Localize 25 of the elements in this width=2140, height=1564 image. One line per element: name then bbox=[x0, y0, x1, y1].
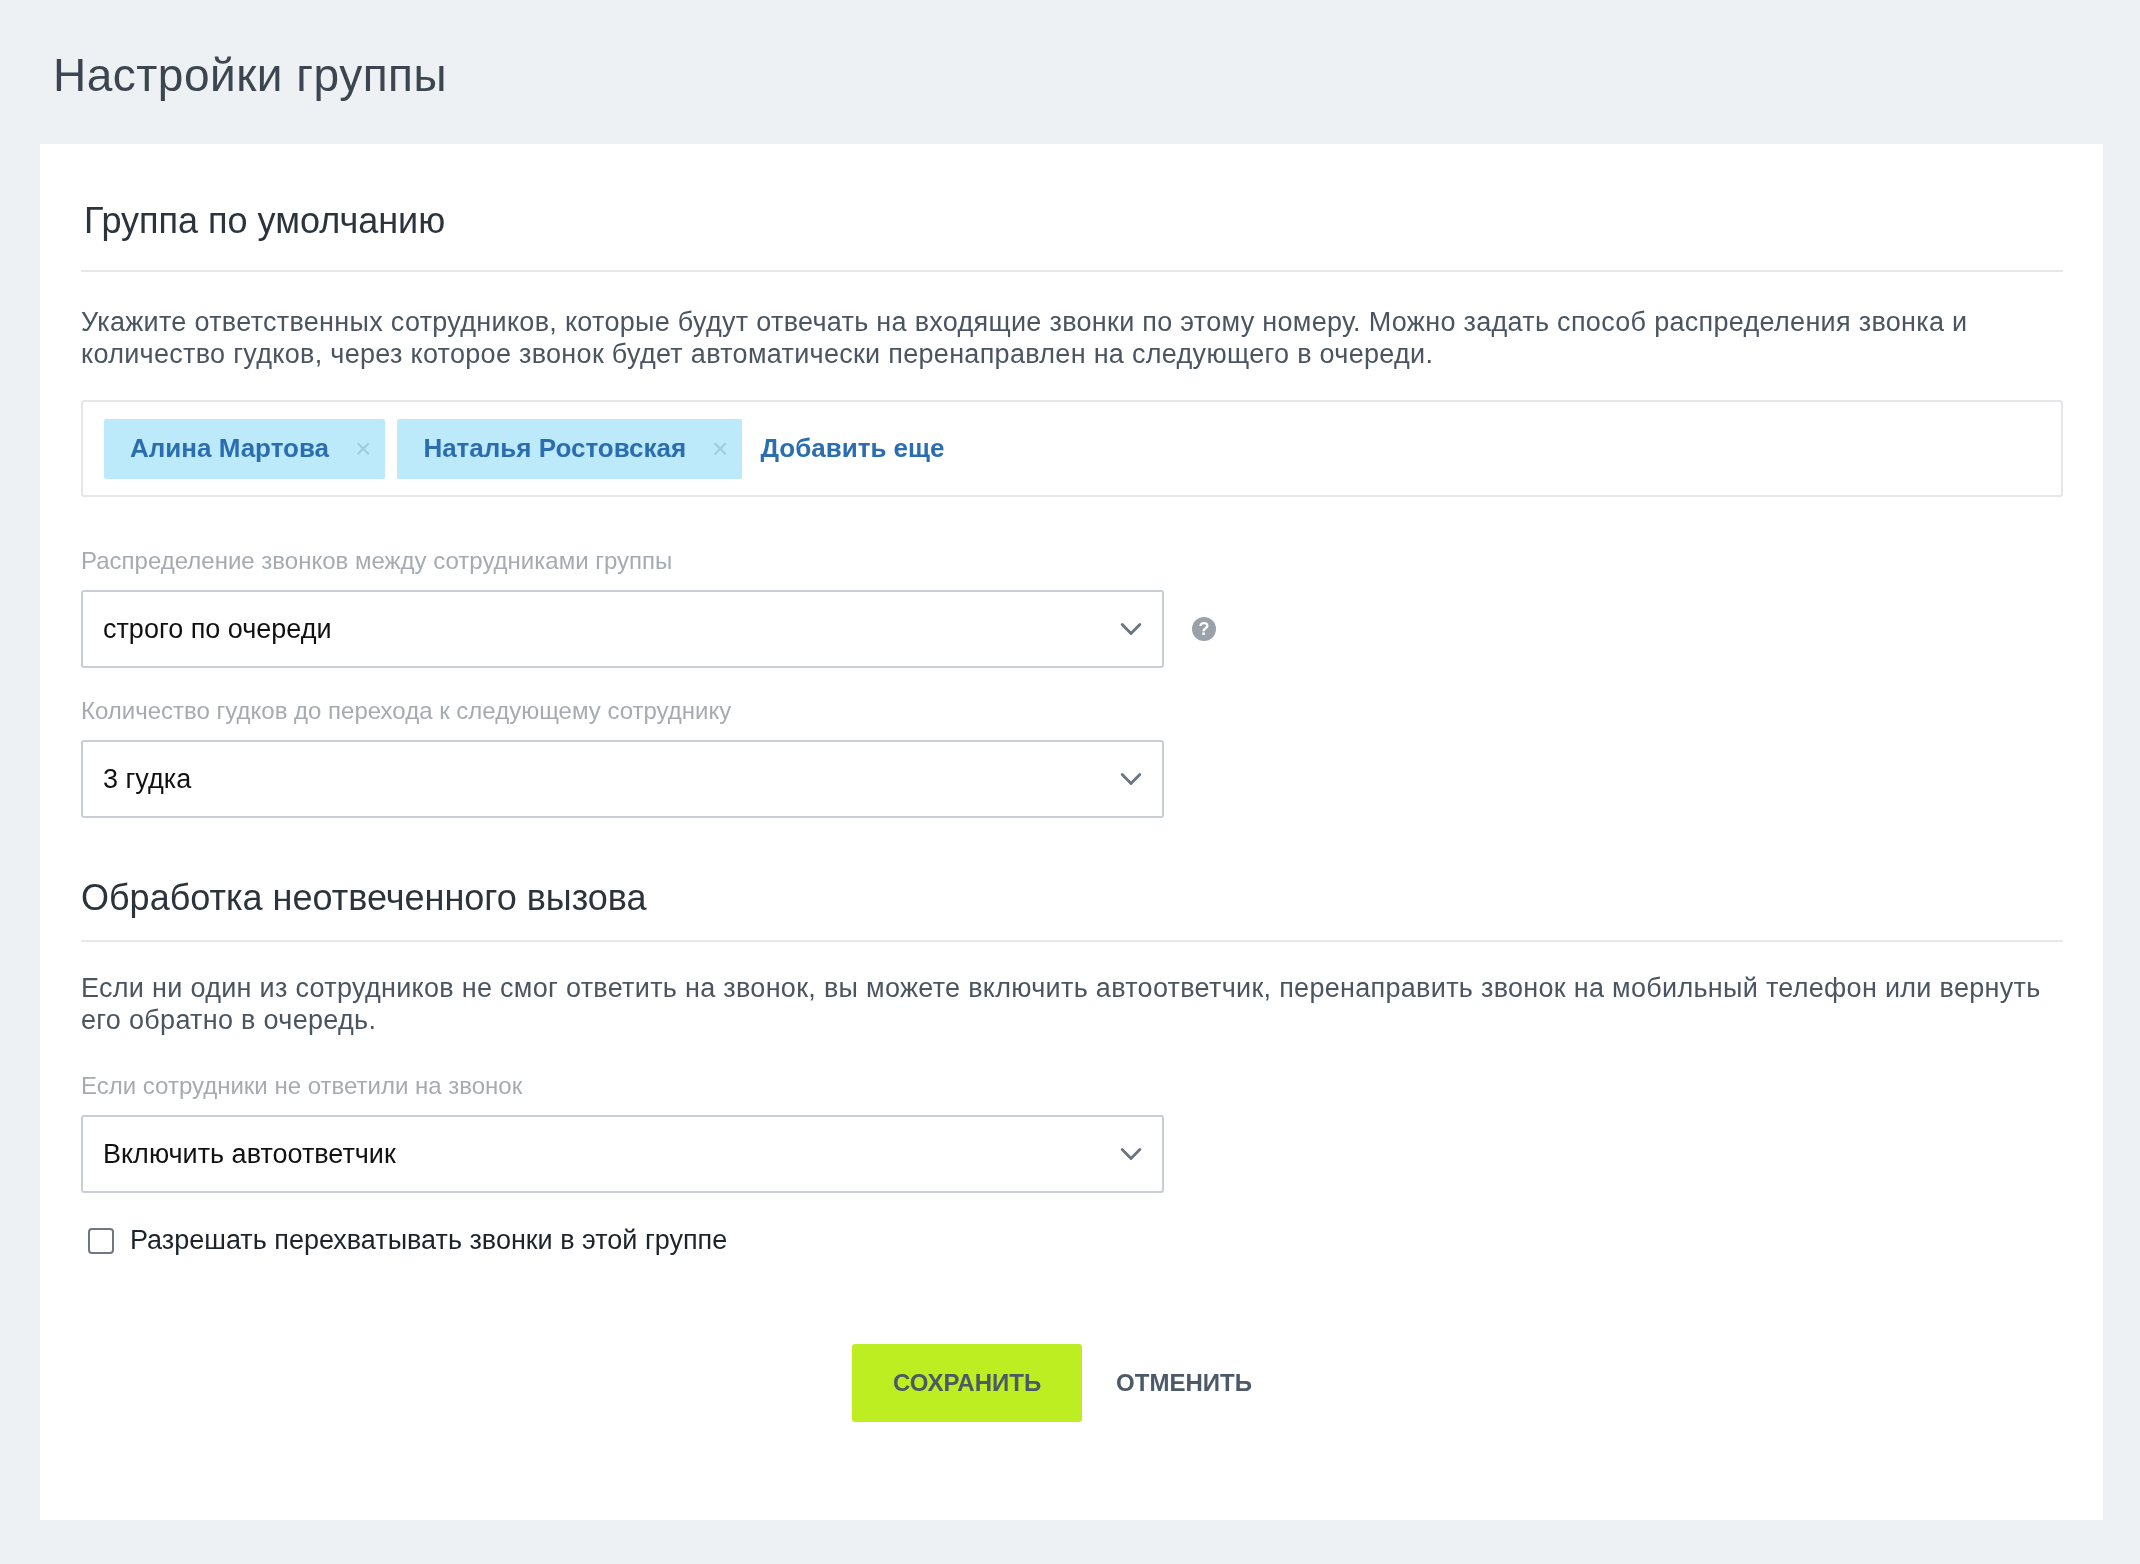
page-title: Настройки группы bbox=[52, 48, 449, 103]
chevron-down-icon bbox=[1120, 1147, 1142, 1161]
dropdown[interactable]: строго по очереди bbox=[81, 590, 1164, 668]
field-label: Распределение звонков между сотрудниками группы bbox=[81, 547, 674, 575]
tag-label: Наталья Ростовская bbox=[423, 433, 687, 464]
section-description: Если ни один из сотрудников не смог ответить на звонок, вы можете включить автоответчик, перенаправить звонок на мобильный телефон или вернуть его обратно в очередь. bbox=[81, 972, 2042, 1036]
dropdown[interactable]: 3 гудка bbox=[81, 740, 1164, 818]
checkbox[interactable] bbox=[88, 1227, 114, 1254]
dropdown[interactable]: Включить автоответчик bbox=[81, 1115, 1164, 1193]
chevron-down-icon bbox=[1120, 772, 1142, 786]
chevron-down-icon bbox=[1120, 622, 1142, 636]
dropdown-value: строго по очереди bbox=[103, 613, 332, 645]
field-label: Количество гудков до перехода к следующему сотруднику bbox=[81, 697, 733, 725]
section-heading: Обработка неотвеченного вызова bbox=[81, 876, 648, 920]
cancel-button[interactable]: ОТМЕНИТЬ bbox=[1116, 1369, 1252, 1397]
field-label: Если сотрудники не ответили на звонок bbox=[81, 1072, 524, 1100]
checkbox-label: Разрешать перехватывать звонки в этой группе bbox=[130, 1225, 728, 1256]
add-more-link[interactable]: Добавить еще bbox=[760, 433, 945, 464]
dropdown-value: Включить автоответчик bbox=[103, 1138, 396, 1170]
section-description: Укажите ответственных сотрудников, которые будут отвечать на входящие звонки по этому номеру. Можно задать способ распределения звонка и количество гудков, через которое звонок будет автоматически перенаправлен на следующего в очереди. bbox=[81, 306, 1969, 370]
dropdown-value: 3 гудка bbox=[103, 763, 192, 795]
employee-field[interactable]: Алина Мартова × Наталья Ростовская × Добавить еще bbox=[81, 400, 2063, 497]
section-heading: Группа по умолчанию bbox=[84, 199, 447, 243]
tag-label: Алина Мартова bbox=[130, 433, 329, 464]
save-button[interactable]: СОХРАНИТЬ bbox=[852, 1344, 1083, 1422]
